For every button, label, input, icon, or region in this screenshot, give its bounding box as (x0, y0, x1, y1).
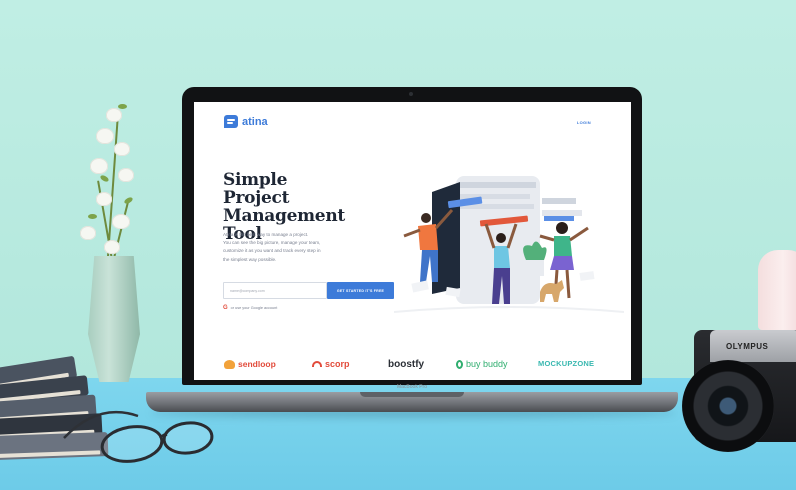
laptop-model-label: MacBook Pro (396, 384, 427, 390)
hero-title-line: Project Management (223, 188, 345, 226)
brand-logo: boostfy (388, 359, 424, 370)
brand-logo: scorp (312, 359, 350, 369)
camera-brand-label: OLYMPUS (726, 342, 769, 351)
google-signup-link[interactable]: G or use your Google account (223, 305, 277, 311)
sendloop-icon (224, 359, 235, 369)
google-g-icon: G (223, 305, 228, 311)
email-input[interactable]: name@company.com (223, 282, 327, 299)
pink-decor-object (758, 250, 796, 330)
brand-logo: MOCKUPZONE (538, 359, 594, 368)
scorp-icon (312, 361, 322, 367)
brand-name: buy buddy (466, 359, 508, 369)
brand-name: MOCKUPZONE (538, 359, 595, 368)
hero-illustration (394, 176, 624, 313)
laptop-hinge-notch (360, 392, 464, 397)
site-logo[interactable]: atina (224, 115, 268, 128)
chat-bubble-icon (224, 115, 238, 128)
description-line: customize it as you want and track every… (223, 248, 321, 254)
login-link[interactable]: LOGIN (577, 120, 591, 125)
webcam-dot (409, 92, 413, 96)
hero-description: Atina is the best way to manage a projec… (223, 231, 383, 264)
brand-name: boostfy (388, 359, 425, 370)
get-started-button[interactable]: GET STARTED IT'S FREE (327, 282, 394, 299)
brand-name: scorp (325, 359, 350, 369)
brand-logo: sendloop (224, 359, 276, 369)
top-nav: atina LOGIN (194, 102, 631, 142)
laptop-screen: atina LOGIN Simple Project Management To… (194, 102, 631, 380)
camera-lens (682, 360, 774, 452)
hero-title-line: Simple (223, 170, 288, 190)
logo-text: atina (242, 115, 268, 128)
brand-logo: buy buddy (456, 359, 508, 369)
description-line: Atina is the best way to manage a projec… (223, 232, 309, 237)
brand-logo-strip: sendloop scorp boostfy buy buddy MOCKUPZ… (194, 350, 631, 380)
buddy-icon (456, 359, 463, 369)
description-line: the simplest way possible. (223, 256, 277, 262)
description-line: You can see the big picture, manage your… (223, 240, 321, 246)
brand-name: sendloop (238, 359, 276, 369)
google-signup-label: or use your Google account (230, 306, 278, 310)
